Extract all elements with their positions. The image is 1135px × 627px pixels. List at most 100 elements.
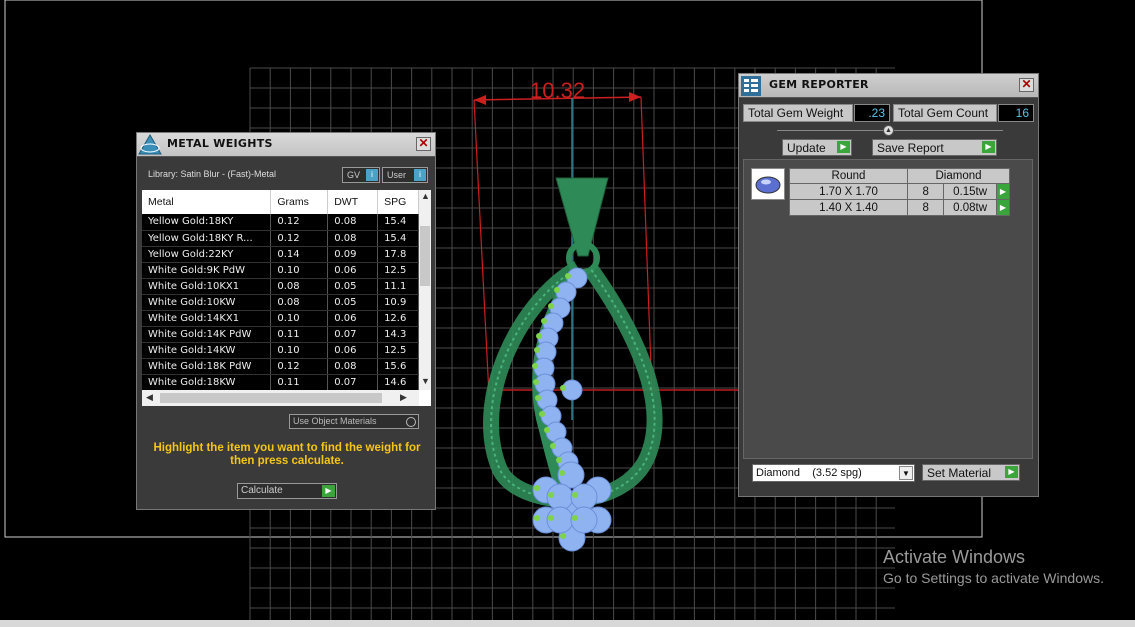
set-material-button[interactable]: Set Material ▶ — [922, 464, 1020, 481]
prong — [572, 515, 578, 521]
save-report-label: Save Report — [877, 141, 944, 155]
scroll-up-icon[interactable]: ▲ — [421, 191, 430, 201]
table-cell: 14.6 — [377, 374, 419, 391]
gem-reporter-titlebar[interactable]: GEM REPORTER ✕ — [739, 74, 1038, 98]
table-row[interactable]: White Gold:14KX1 0.10 0.06 12.6 — [142, 310, 419, 327]
calculate-label: Calculate — [241, 485, 283, 496]
gem-cell: 1.40 X 1.40 — [789, 199, 908, 216]
table-row[interactable]: Yellow Gold:18KY 0.12 0.08 15.4 — [142, 214, 419, 231]
gem-table-header: Round Diamond — [789, 168, 1010, 184]
gem-row[interactable]: 1.40 X 1.40 8 0.08tw ▶ — [789, 199, 1011, 216]
table-row[interactable]: White Gold:14KW 0.10 0.06 12.5 — [142, 342, 419, 359]
gem-thumbnail[interactable] — [751, 168, 785, 200]
table-cell: 17.8 — [377, 246, 419, 263]
gem-cell: 1.70 X 1.70 — [789, 183, 908, 200]
gem-row[interactable]: 1.70 X 1.70 8 0.15tw ▶ — [789, 183, 1011, 200]
gem-table: Round Diamond 1.70 X 1.70 8 0.15tw ▶ 1.40 X … — [789, 168, 1011, 216]
table-row[interactable]: Yellow Gold:22KY 0.14 0.09 17.8 — [142, 246, 419, 263]
table-row[interactable]: White Gold:9K PdW 0.10 0.06 12.5 — [142, 262, 419, 279]
prong — [533, 379, 539, 385]
scrollbar-thumb[interactable] — [420, 226, 430, 286]
table-cell: 0.09 — [327, 246, 379, 263]
table-row[interactable]: White Gold:18KW 0.11 0.07 14.6 — [142, 374, 419, 391]
update-button[interactable]: Update ▶ — [782, 139, 852, 156]
column-header[interactable]: Grams — [270, 190, 329, 214]
table-cell: 0.08 — [327, 214, 379, 231]
gv-toggle[interactable]: GV i — [342, 167, 380, 183]
table-cell: 12.5 — [377, 342, 419, 359]
table-cell: White Gold:14KW — [142, 342, 272, 359]
scroll-left-icon[interactable]: ◀ — [146, 392, 153, 403]
table-row[interactable]: White Gold:14K PdW 0.11 0.07 14.3 — [142, 326, 419, 343]
windows-activation-watermark: Activate Windows Go to Settings to activ… — [883, 547, 1104, 586]
info-icon: i — [366, 169, 378, 181]
table-cell: 12.6 — [377, 310, 419, 327]
table-cell: 0.11 — [270, 374, 329, 391]
metal-table-horizontal-scrollbar[interactable]: ◀ ▶ — [142, 390, 419, 406]
shape-header: Round — [789, 168, 908, 184]
prong — [560, 533, 566, 539]
user-toggle[interactable]: User i — [382, 167, 428, 183]
scrollbar-thumb[interactable] — [160, 393, 382, 403]
prong — [532, 363, 538, 369]
metal-weights-close-button[interactable]: ✕ — [416, 137, 431, 151]
table-cell: 0.08 — [327, 230, 379, 247]
table-cell: 0.06 — [327, 262, 379, 279]
save-report-button[interactable]: Save Report ▶ — [872, 139, 997, 156]
scroll-down-icon[interactable]: ▼ — [421, 376, 430, 386]
prong — [548, 515, 554, 521]
table-cell: 14.3 — [377, 326, 419, 343]
prong — [556, 457, 562, 463]
play-arrow-icon: ▶ — [322, 485, 335, 497]
report-slider-knob[interactable]: ▲ — [883, 125, 894, 136]
gem-cell: 0.15tw — [943, 183, 997, 200]
prong — [572, 492, 578, 498]
table-cell: 0.11 — [270, 326, 329, 343]
table-row[interactable]: White Gold:10KW 0.08 0.05 10.9 — [142, 294, 419, 311]
material-select[interactable]: Diamond (3.52 spg) ▼ — [752, 464, 915, 482]
prong — [539, 411, 545, 417]
prong — [565, 273, 571, 279]
column-header[interactable]: DWT — [327, 190, 379, 214]
metal-table-vertical-scrollbar[interactable]: ▲ ▼ — [419, 190, 431, 390]
metal-weights-titlebar[interactable]: METAL WEIGHTS ✕ — [137, 133, 435, 157]
table-cell: Yellow Gold:18KY — [142, 214, 272, 231]
table-cell: 0.08 — [270, 294, 329, 311]
table-cell: 0.06 — [327, 342, 379, 359]
user-toggle-label: User — [387, 170, 407, 180]
material-header: Diamond — [907, 168, 1010, 184]
table-cell: 15.4 — [377, 214, 419, 231]
table-row[interactable]: Yellow Gold:18KY R... 0.12 0.08 15.4 — [142, 230, 419, 247]
material-select-value: Diamond (3.52 spg) — [756, 467, 862, 479]
column-header[interactable]: SPG — [377, 190, 419, 214]
column-header[interactable]: Metal — [142, 190, 272, 214]
table-cell: 10.9 — [377, 294, 419, 311]
table-row[interactable]: White Gold:18K PdW 0.12 0.08 15.6 — [142, 358, 419, 375]
calculate-button[interactable]: Calculate ▶ — [237, 483, 337, 499]
prong — [559, 470, 565, 476]
table-cell: 0.12 — [270, 214, 329, 231]
play-arrow-icon[interactable]: ▶ — [995, 199, 1011, 216]
gem-cell: 8 — [906, 199, 945, 216]
gem-reporter-app-icon — [741, 76, 761, 96]
set-material-label: Set Material — [927, 466, 992, 480]
prong — [550, 443, 556, 449]
scroll-right-icon[interactable]: ▶ — [400, 392, 407, 403]
gem-icon — [755, 176, 781, 194]
info-icon: i — [414, 169, 426, 181]
play-arrow-icon: ▶ — [837, 141, 850, 153]
gem-reporter-close-button[interactable]: ✕ — [1019, 78, 1034, 92]
table-cell: White Gold:14KX1 — [142, 310, 272, 327]
gem-list-area: Round Diamond 1.70 X 1.70 8 0.15tw ▶ 1.40 X … — [743, 159, 1033, 459]
table-cell: White Gold:14K PdW — [142, 326, 272, 343]
play-arrow-icon[interactable]: ▶ — [995, 183, 1011, 200]
table-cell: 15.6 — [377, 358, 419, 375]
table-cell: 0.07 — [327, 326, 379, 343]
gem-cell: 8 — [906, 183, 945, 200]
table-row[interactable]: White Gold:10KX1 0.08 0.05 11.1 — [142, 278, 419, 295]
prong — [536, 333, 542, 339]
gem-reporter-title: GEM REPORTER — [769, 78, 869, 91]
prong — [548, 303, 554, 309]
use-object-materials-toggle[interactable]: Use Object Materials — [289, 414, 419, 429]
table-cell: White Gold:10KW — [142, 294, 272, 311]
